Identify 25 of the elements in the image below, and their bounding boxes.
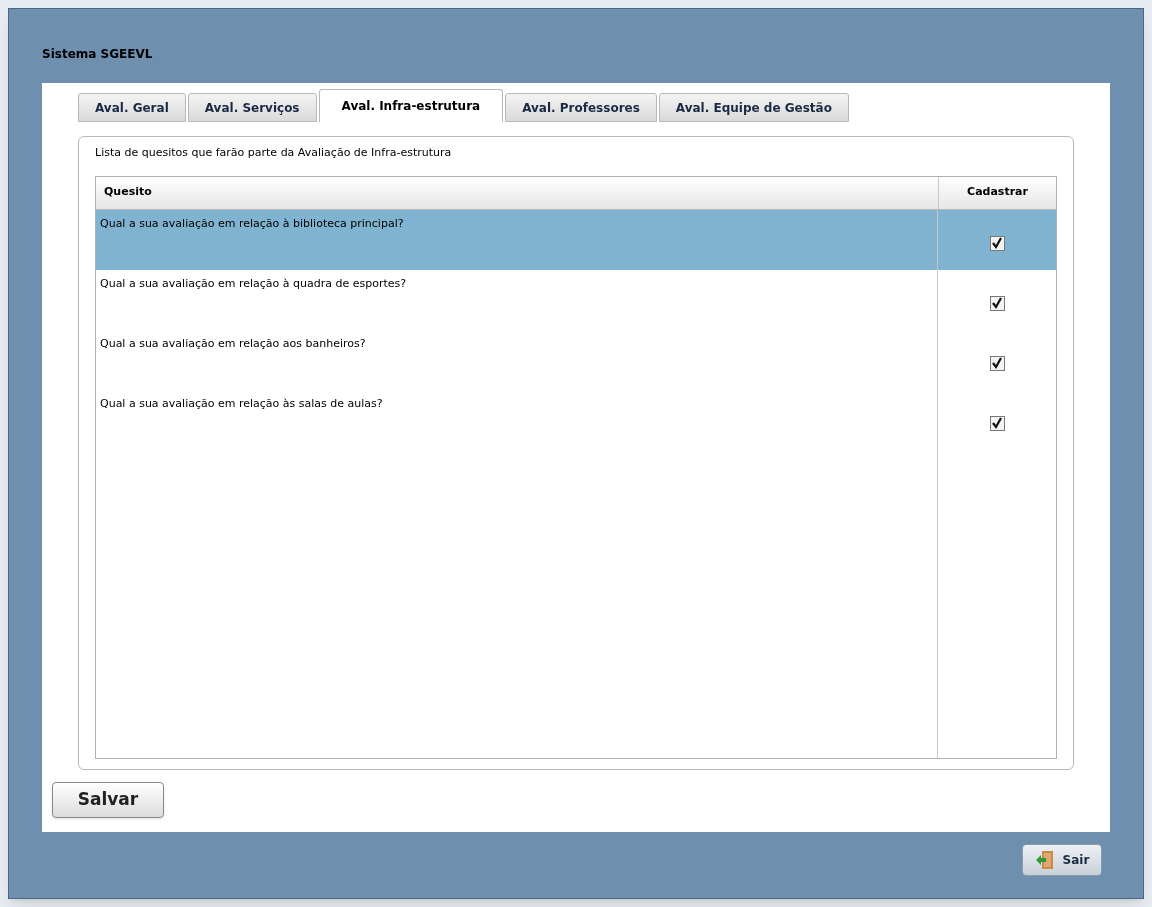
- tab[interactable]: Aval. Serviços: [187, 93, 317, 122]
- panel-caption: Lista de quesitos que farão parte da Avaliação de Infra-estrutura: [95, 145, 453, 161]
- exit-button[interactable]: Sair: [1022, 844, 1102, 876]
- save-button[interactable]: Salvar: [52, 782, 164, 818]
- tab[interactable]: Aval. Equipe de Gestão: [658, 93, 849, 122]
- tab[interactable]: Aval. Geral: [78, 93, 186, 122]
- check-icon: [991, 297, 1003, 309]
- checkbox[interactable]: [989, 355, 1005, 371]
- question-text: Qual a sua avaliação em relação à quadra de esportes?: [100, 276, 407, 290]
- column-header: Quesito: [103, 184, 153, 201]
- checkbox[interactable]: [989, 415, 1005, 431]
- door-exit-icon: [1034, 850, 1055, 870]
- tab[interactable]: Aval. Infra-estrutura: [318, 89, 504, 122]
- window-title: Sistema SGEEVL: [42, 46, 154, 63]
- question-text: Qual a sua avaliação em relação às salas de aulas?: [100, 396, 383, 410]
- check-icon: [991, 417, 1003, 429]
- question-text: Qual a sua avaliação em relação à biblioteca principal?: [100, 216, 404, 230]
- column-header: Cadastrar: [938, 176, 1056, 209]
- checkbox[interactable]: [989, 295, 1005, 311]
- question-text: Qual a sua avaliação em relação aos banheiros?: [100, 336, 366, 350]
- check-icon: [991, 237, 1003, 249]
- table-row[interactable]: Qual a sua avaliação em relação à biblioteca principal?: [96, 209, 1056, 270]
- check-icon: [991, 357, 1003, 369]
- tab[interactable]: Aval. Professores: [505, 93, 657, 122]
- checkbox[interactable]: [989, 235, 1005, 251]
